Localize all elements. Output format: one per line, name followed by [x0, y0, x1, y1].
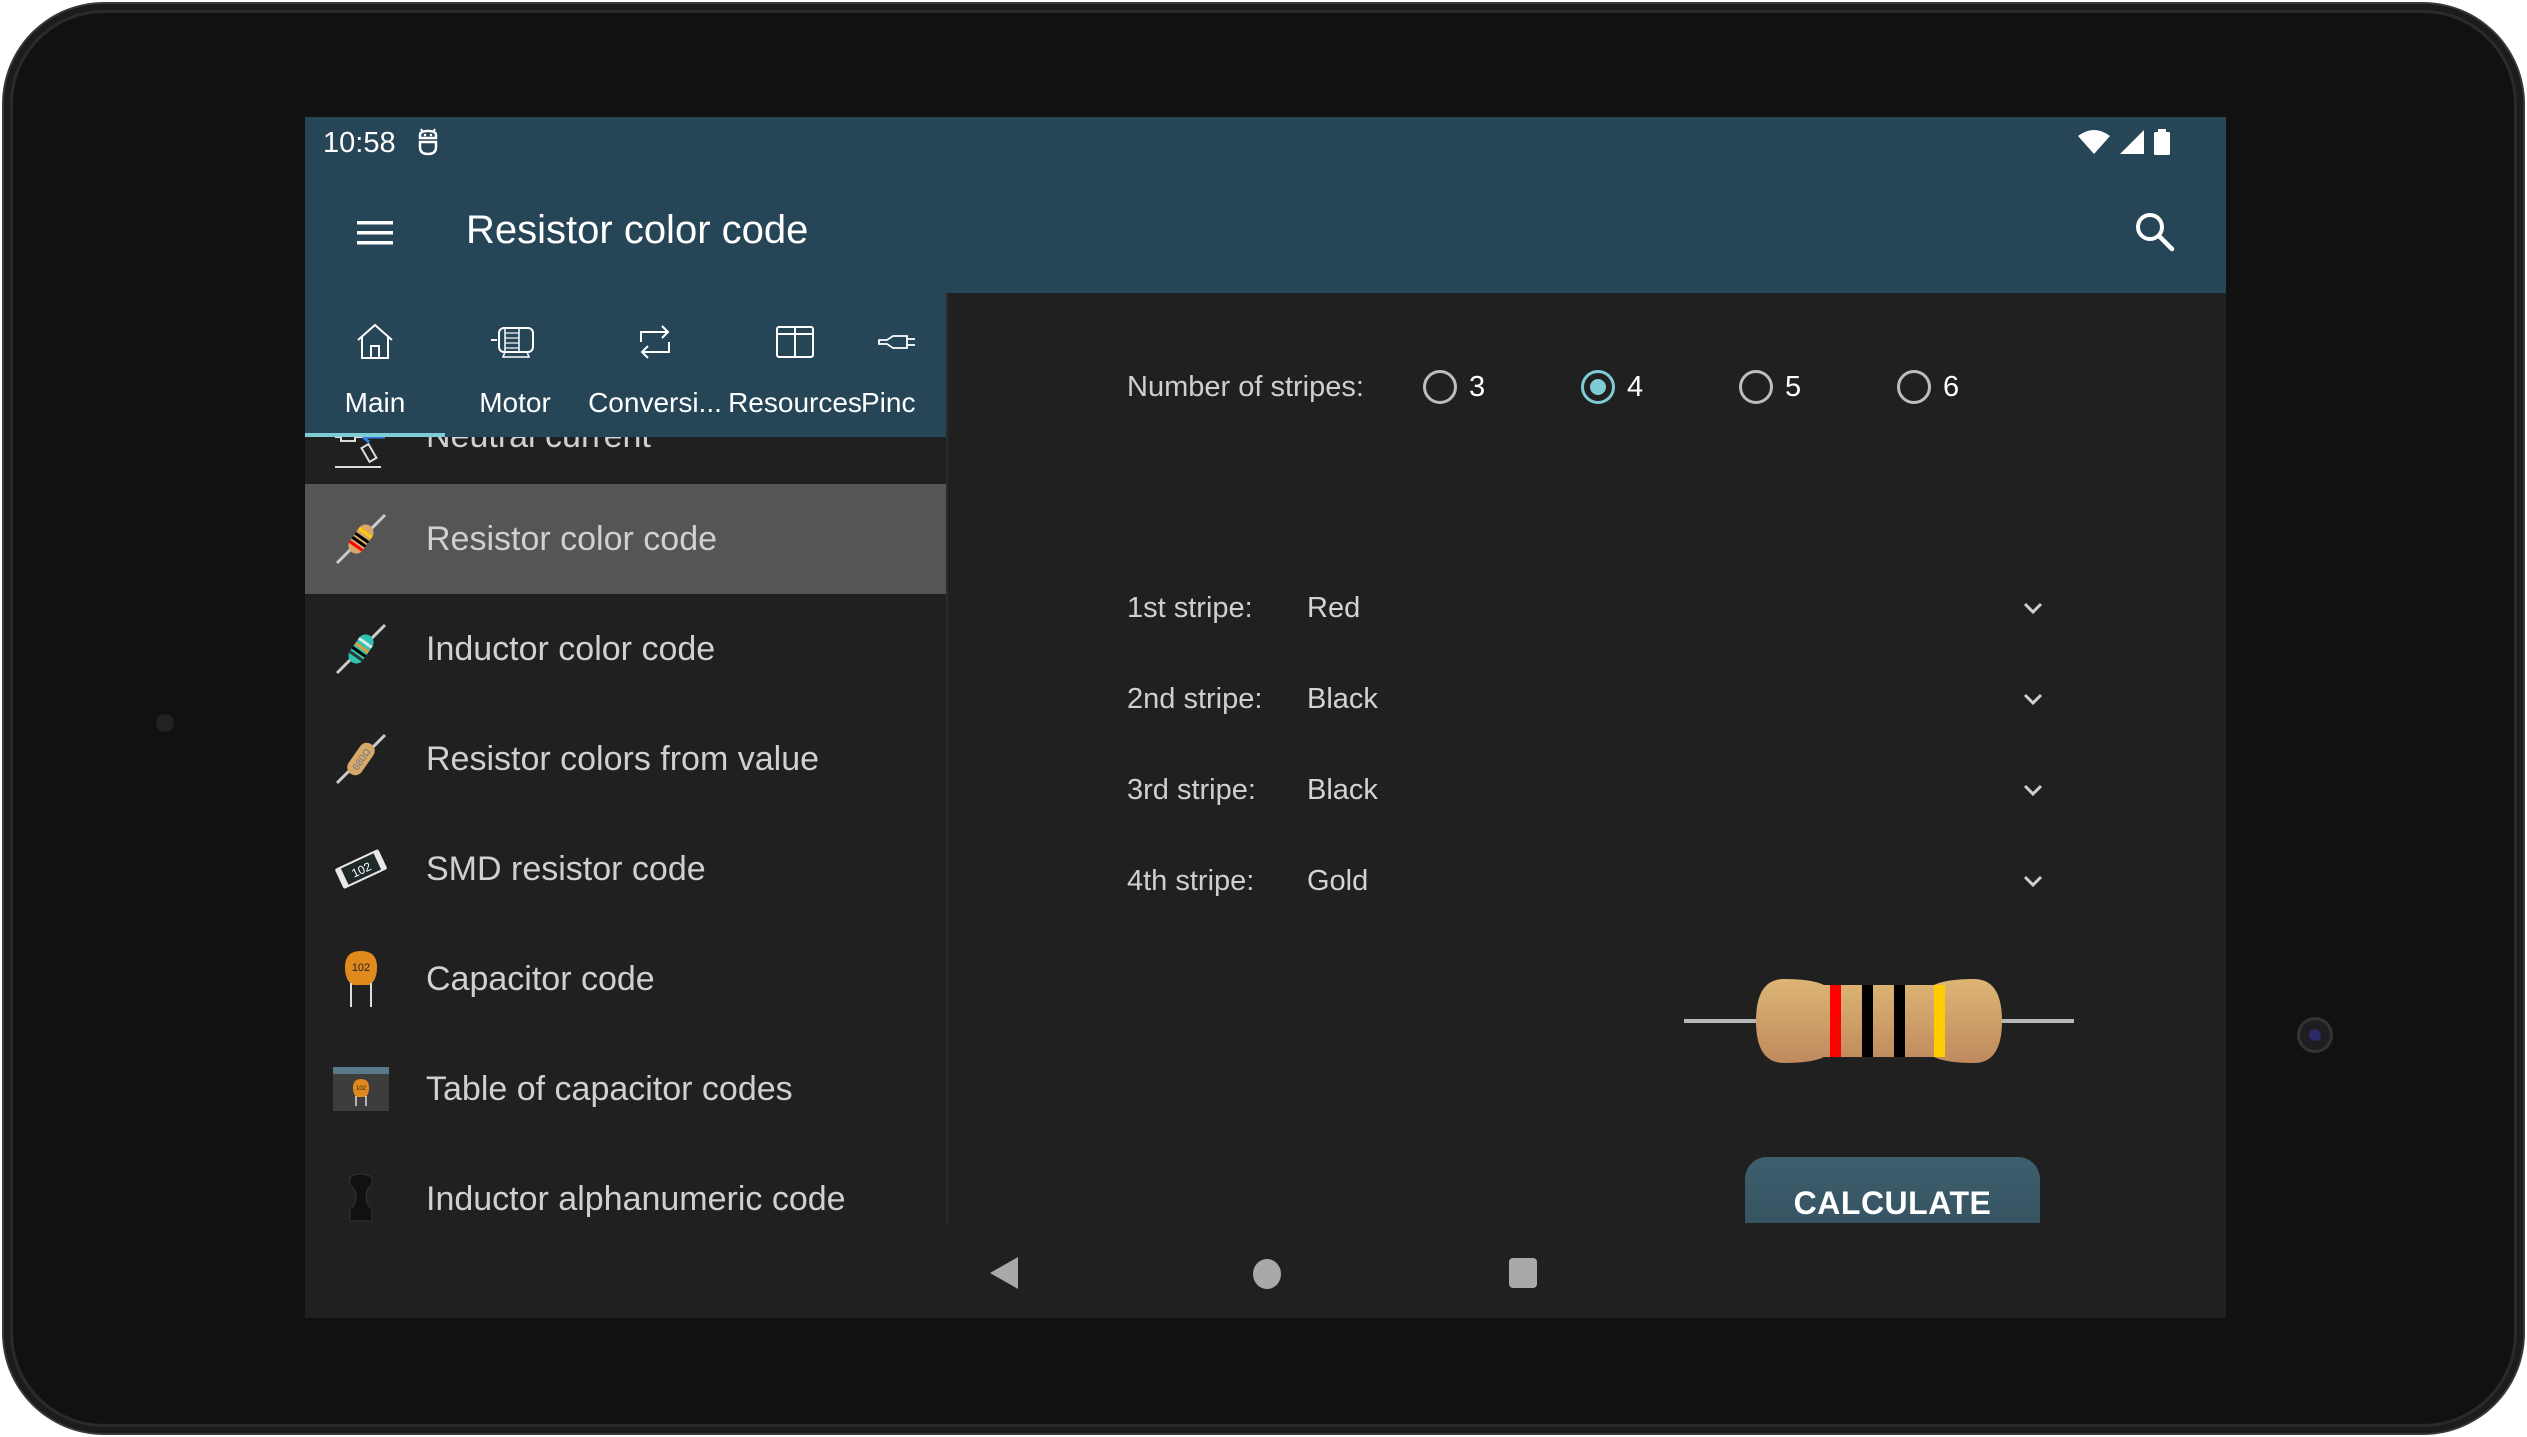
drawer-item-capacitor-code[interactable]: 102 Capacitor code [305, 924, 946, 1034]
stripe-3-value: Black [1307, 773, 1378, 806]
inductor-coil-icon [349, 1173, 373, 1222]
tab-conversions[interactable]: Conversi... [585, 293, 725, 437]
stripe-2-value: Black [1307, 682, 1378, 715]
drawer-item-inductor-color-code[interactable]: Inductor color code [305, 594, 946, 704]
status-bar: 10:58 [305, 117, 2226, 175]
plug-connector-icon [878, 335, 915, 349]
stripe-4-value: Gold [1307, 864, 1369, 897]
home-button-icon[interactable] [1253, 1259, 1281, 1289]
tab-label: Main [344, 387, 406, 418]
radio-button[interactable] [1897, 370, 1931, 404]
wifi-icon [2078, 130, 2110, 154]
hamburger-menu-icon[interactable] [355, 213, 395, 253]
resistor-icon [335, 513, 387, 565]
stripes-option-5[interactable]: 5 [1739, 370, 1897, 404]
drawer-item-smd-resistor-code[interactable]: 102 SMD resistor code [305, 814, 946, 924]
status-time: 10:58 [323, 127, 396, 159]
number-of-stripes-group: Number of stripes: 3 4 5 6 [1127, 357, 2055, 417]
radio-button[interactable] [1423, 370, 1457, 404]
home-icon [357, 323, 393, 359]
search-icon[interactable] [2132, 209, 2178, 255]
stripe-1-label: 1st stripe: [1127, 591, 1253, 624]
tab-main[interactable]: Main [305, 293, 445, 437]
capacitor-table-icon-text: 102 [356, 1086, 367, 1092]
resistor-value-icon: 680Ω [335, 733, 387, 785]
radio-label: 5 [1785, 370, 1802, 403]
drawer-item-resistor-color-code[interactable]: Resistor color code [305, 484, 946, 594]
stripes-option-6[interactable]: 6 [1897, 370, 2055, 404]
stripe-2-select[interactable]: 2nd stripe: Black [1127, 664, 2047, 734]
table-icon [776, 326, 814, 358]
tab-bar: Main Motor Conversi... Resources Pinc [305, 293, 946, 437]
resistor-band-1 [1830, 985, 1841, 1057]
inductor-icon [335, 623, 387, 675]
drawer-item-label: SMD resistor code [426, 849, 706, 888]
drawer-list: Neutral current Resisto [305, 417, 946, 1254]
cell-signal-icon [2120, 130, 2144, 154]
drawer-item-label: Inductor alphanumeric code [426, 1179, 846, 1218]
stripe-1-value: Red [1307, 591, 1361, 624]
stripe-2-label: 2nd stripe: [1127, 682, 1263, 715]
radio-label: 3 [1469, 370, 1486, 403]
proximity-sensor [156, 714, 174, 732]
tab-motor[interactable]: Motor [445, 293, 585, 437]
resistor-calculator-panel: Number of stripes: 3 4 5 6 1st stripe: R… [948, 293, 2226, 1250]
front-camera [2297, 1017, 2333, 1053]
app-bar: Resistor color code [305, 175, 2226, 293]
drawer-item-resistor-colors-from-value[interactable]: 680Ω Resistor colors from value [305, 704, 946, 814]
convert-arrows-icon [640, 325, 670, 359]
capacitor-table-icon: 102 [333, 1067, 389, 1111]
drawer-item-label: Resistor color code [426, 519, 718, 558]
tab-pinouts[interactable]: Pinc [861, 293, 946, 437]
capacitor-icon-text: 102 [352, 962, 370, 974]
back-icon[interactable] [990, 1256, 1020, 1290]
tab-label: Conversi... [588, 387, 722, 418]
radio-button-checked[interactable] [1581, 370, 1615, 404]
drawer-item-label: Capacitor code [426, 959, 655, 998]
chevron-down-icon [2023, 875, 2043, 888]
selected-tab-indicator [305, 433, 445, 437]
radio-label: 4 [1627, 370, 1644, 403]
radio-button[interactable] [1739, 370, 1773, 404]
drawer-item-label: Table of capacitor codes [426, 1069, 793, 1108]
debug-bot-icon [418, 128, 438, 156]
drawer-item-label: Inductor color code [426, 629, 716, 668]
motor-icon [491, 327, 534, 358]
system-nav-bar [305, 1223, 2226, 1318]
smd-resistor-icon: 102 [335, 849, 387, 889]
device-screen: 10:58 Resistor color code Main Motor Con… [305, 117, 2226, 1318]
stripe-3-select[interactable]: 3rd stripe: Black [1127, 755, 2047, 825]
resistor-body [1756, 979, 2002, 1063]
recents-icon[interactable] [1509, 1258, 1537, 1288]
stripe-1-select[interactable]: 1st stripe: Red [1127, 573, 2047, 643]
drawer-item-label: Resistor colors from value [426, 739, 820, 778]
tab-resources[interactable]: Resources [725, 293, 865, 437]
number-of-stripes-label: Number of stripes: [1127, 370, 1364, 403]
stripe-3-label: 3rd stripe: [1127, 773, 1256, 806]
resistor-band-4 [1934, 985, 1945, 1057]
chevron-down-icon [2023, 602, 2043, 615]
navigation-drawer: Main Motor Conversi... Resources Pinc Re… [305, 293, 948, 1318]
ceramic-capacitor-icon: 102 [345, 951, 377, 1007]
radio-label: 6 [1943, 370, 1960, 403]
tab-label: Motor [479, 387, 551, 418]
stripes-option-3[interactable]: 3 [1423, 370, 1581, 404]
resistor-band-3 [1894, 985, 1905, 1057]
drawer-item-table-of-capacitor-codes[interactable]: 102 Table of capacitor codes [305, 1034, 946, 1144]
status-icons [2078, 129, 2170, 155]
battery-icon [2154, 129, 2170, 155]
stripe-4-select[interactable]: 4th stripe: Gold [1127, 846, 2047, 916]
tab-label: Pinc [861, 387, 916, 418]
chevron-down-icon [2023, 693, 2043, 706]
stripe-4-label: 4th stripe: [1127, 864, 1255, 897]
resistor-preview [1684, 979, 2074, 1063]
resistor-band-2 [1862, 985, 1873, 1057]
page-title: Resistor color code [466, 208, 809, 252]
tab-label: Resources [728, 387, 862, 418]
chevron-down-icon [2023, 784, 2043, 797]
stripes-option-4[interactable]: 4 [1581, 370, 1739, 404]
